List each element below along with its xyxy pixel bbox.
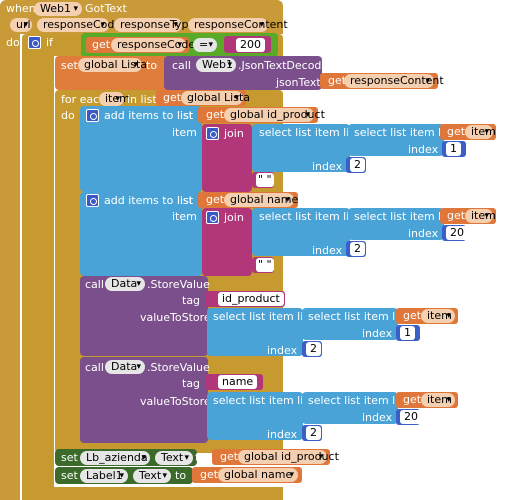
- num-inner-2[interactable]: 20: [446, 226, 468, 240]
- param-responsetype[interactable]: responseType: [114, 18, 195, 32]
- join-label-1: join: [224, 127, 244, 140]
- event-component-dropdown[interactable]: Web1: [34, 2, 82, 16]
- get-label: get: [92, 38, 111, 51]
- join-empty-value-2[interactable]: " ": [256, 258, 274, 272]
- compare-operator-dropdown[interactable]: =: [193, 38, 217, 52]
- store-tag-value-2[interactable]: name: [218, 375, 258, 389]
- add-items-item-label-2: item: [172, 210, 197, 223]
- get-name-dropdown[interactable]: global name: [224, 193, 298, 207]
- add-items-gear-icon-2[interactable]: [86, 194, 99, 207]
- foreach-do-label: do: [61, 109, 75, 122]
- store-num-inner-1[interactable]: 1: [400, 326, 415, 340]
- get-label-4: get: [206, 108, 225, 121]
- if-label: if: [46, 36, 53, 49]
- store-get-item-dropdown-1[interactable]: item: [421, 309, 455, 323]
- store-method-1: .StoreValue: [147, 278, 210, 291]
- param-url[interactable]: url: [10, 18, 32, 32]
- set-label1-to-label: to: [175, 469, 187, 482]
- get-id-product-dropdown[interactable]: global id_product: [224, 108, 325, 122]
- param-responsecode[interactable]: responseCode: [37, 18, 121, 32]
- num-inner-1[interactable]: 1: [446, 142, 461, 156]
- set-lb-to-label: to: [195, 451, 207, 464]
- join-gear-icon-2[interactable]: [206, 211, 219, 224]
- store-select-inner-label-1: select list item list: [308, 310, 409, 323]
- set-label1-component-dropdown[interactable]: Label1: [80, 469, 128, 483]
- if-body-bottom: [22, 487, 283, 500]
- if-body-left: [22, 56, 54, 500]
- get-item-label-1: get: [447, 125, 466, 138]
- event-name: GotText: [85, 2, 127, 15]
- add-items-item-label-1: item: [172, 126, 197, 139]
- select-inner-index-label-2: index: [408, 227, 439, 240]
- foreach-item-var[interactable]: item: [99, 92, 130, 106]
- set-label1-set-label: set: [61, 469, 78, 482]
- when-label: when: [6, 2, 36, 15]
- get-label-5: get: [206, 193, 225, 206]
- store-select-inner-index-label-2: index: [362, 411, 393, 424]
- join-label-2: join: [224, 211, 244, 224]
- jsontext-label: jsonText: [276, 76, 321, 89]
- store-get-item-dropdown-2[interactable]: item: [421, 393, 455, 407]
- set-label1-property-dropdown[interactable]: Text: [133, 469, 171, 483]
- store-select-outer-index-label-1: index: [267, 344, 298, 357]
- store-value-label-2: valueToStore: [140, 395, 211, 408]
- store-tag-label-2: tag: [182, 377, 201, 390]
- get-item-label-2: get: [447, 209, 466, 222]
- store-component-dropdown-2[interactable]: Data: [105, 360, 145, 374]
- store-call-label-1: call: [85, 278, 104, 291]
- get-name-dropdown-2[interactable]: global name: [218, 468, 298, 482]
- select-outer-label-2: select list item list: [259, 210, 360, 223]
- store-method-2: .StoreValue: [147, 361, 210, 374]
- join-empty-value-1[interactable]: " ": [256, 173, 274, 187]
- param-responsecontent[interactable]: responseContent: [188, 18, 288, 32]
- store-get-label-1: get: [403, 309, 422, 322]
- store-select-outer-label-2: select list item list: [213, 394, 314, 407]
- get-label-7: get: [200, 468, 219, 481]
- num-outer-2[interactable]: 2: [350, 242, 365, 256]
- call-method: .JsonTextDecode: [238, 59, 329, 72]
- get-responsecode-dropdown[interactable]: responseCode: [111, 38, 195, 52]
- num-outer-1[interactable]: 2: [350, 158, 365, 172]
- store-num-outer-1[interactable]: 2: [306, 342, 321, 356]
- select-outer-index-label-2: index: [312, 244, 343, 257]
- get-lista-dropdown[interactable]: global Lista: [181, 91, 250, 105]
- set-lb-label: set: [61, 451, 78, 464]
- add-items-list-label-2: list: [177, 194, 194, 207]
- store-tag-value-1[interactable]: id_product: [218, 292, 284, 306]
- join-gear-icon-1[interactable]: [206, 127, 219, 140]
- get-label-3: get: [163, 91, 182, 104]
- store-num-outer-2[interactable]: 2: [306, 426, 321, 440]
- call-component-dropdown[interactable]: Web1: [196, 58, 236, 72]
- store-select-inner-index-label-1: index: [362, 327, 393, 340]
- to-label: to: [146, 59, 158, 72]
- set-lb-component-dropdown[interactable]: Lb_azienda: [80, 451, 150, 465]
- store-component-dropdown-1[interactable]: Data: [105, 277, 145, 291]
- set-var-dropdown[interactable]: global Lista: [78, 58, 147, 72]
- do-label: do: [6, 36, 20, 49]
- store-select-outer-index-label-2: index: [267, 428, 298, 441]
- select-inner-index-label-1: index: [408, 143, 439, 156]
- in-list-label: in list: [127, 93, 157, 106]
- set-label: set: [61, 59, 78, 72]
- add-items-list-label-1: list: [177, 109, 194, 122]
- get-id-product-dropdown-2[interactable]: global id_product: [238, 450, 339, 464]
- store-num-inner-2[interactable]: 20: [400, 410, 422, 424]
- get-item-dropdown-1[interactable]: item: [465, 125, 496, 139]
- set-lb-property-dropdown[interactable]: Text: [155, 451, 193, 465]
- store-call-label-2: call: [85, 361, 104, 374]
- select-outer-index-label-1: index: [312, 160, 343, 173]
- text-200-value[interactable]: 200: [236, 38, 265, 52]
- get-responsecontent-dropdown[interactable]: responseContent: [344, 74, 444, 88]
- store-select-inner-label-2: select list item list: [308, 394, 409, 407]
- store-get-label-2: get: [403, 393, 422, 406]
- store-select-outer-label-1: select list item list: [213, 310, 314, 323]
- store-value-label-1: valueToStore: [140, 311, 211, 324]
- add-items-gear-icon-1[interactable]: [86, 109, 99, 122]
- call-label: call: [172, 59, 191, 72]
- if-mutator-gear-icon[interactable]: [28, 36, 41, 49]
- get-label-6: get: [220, 450, 239, 463]
- get-item-dropdown-2[interactable]: item: [465, 209, 496, 223]
- select-outer-label-1: select list item list: [259, 126, 360, 139]
- store-tag-label-1: tag: [182, 294, 201, 307]
